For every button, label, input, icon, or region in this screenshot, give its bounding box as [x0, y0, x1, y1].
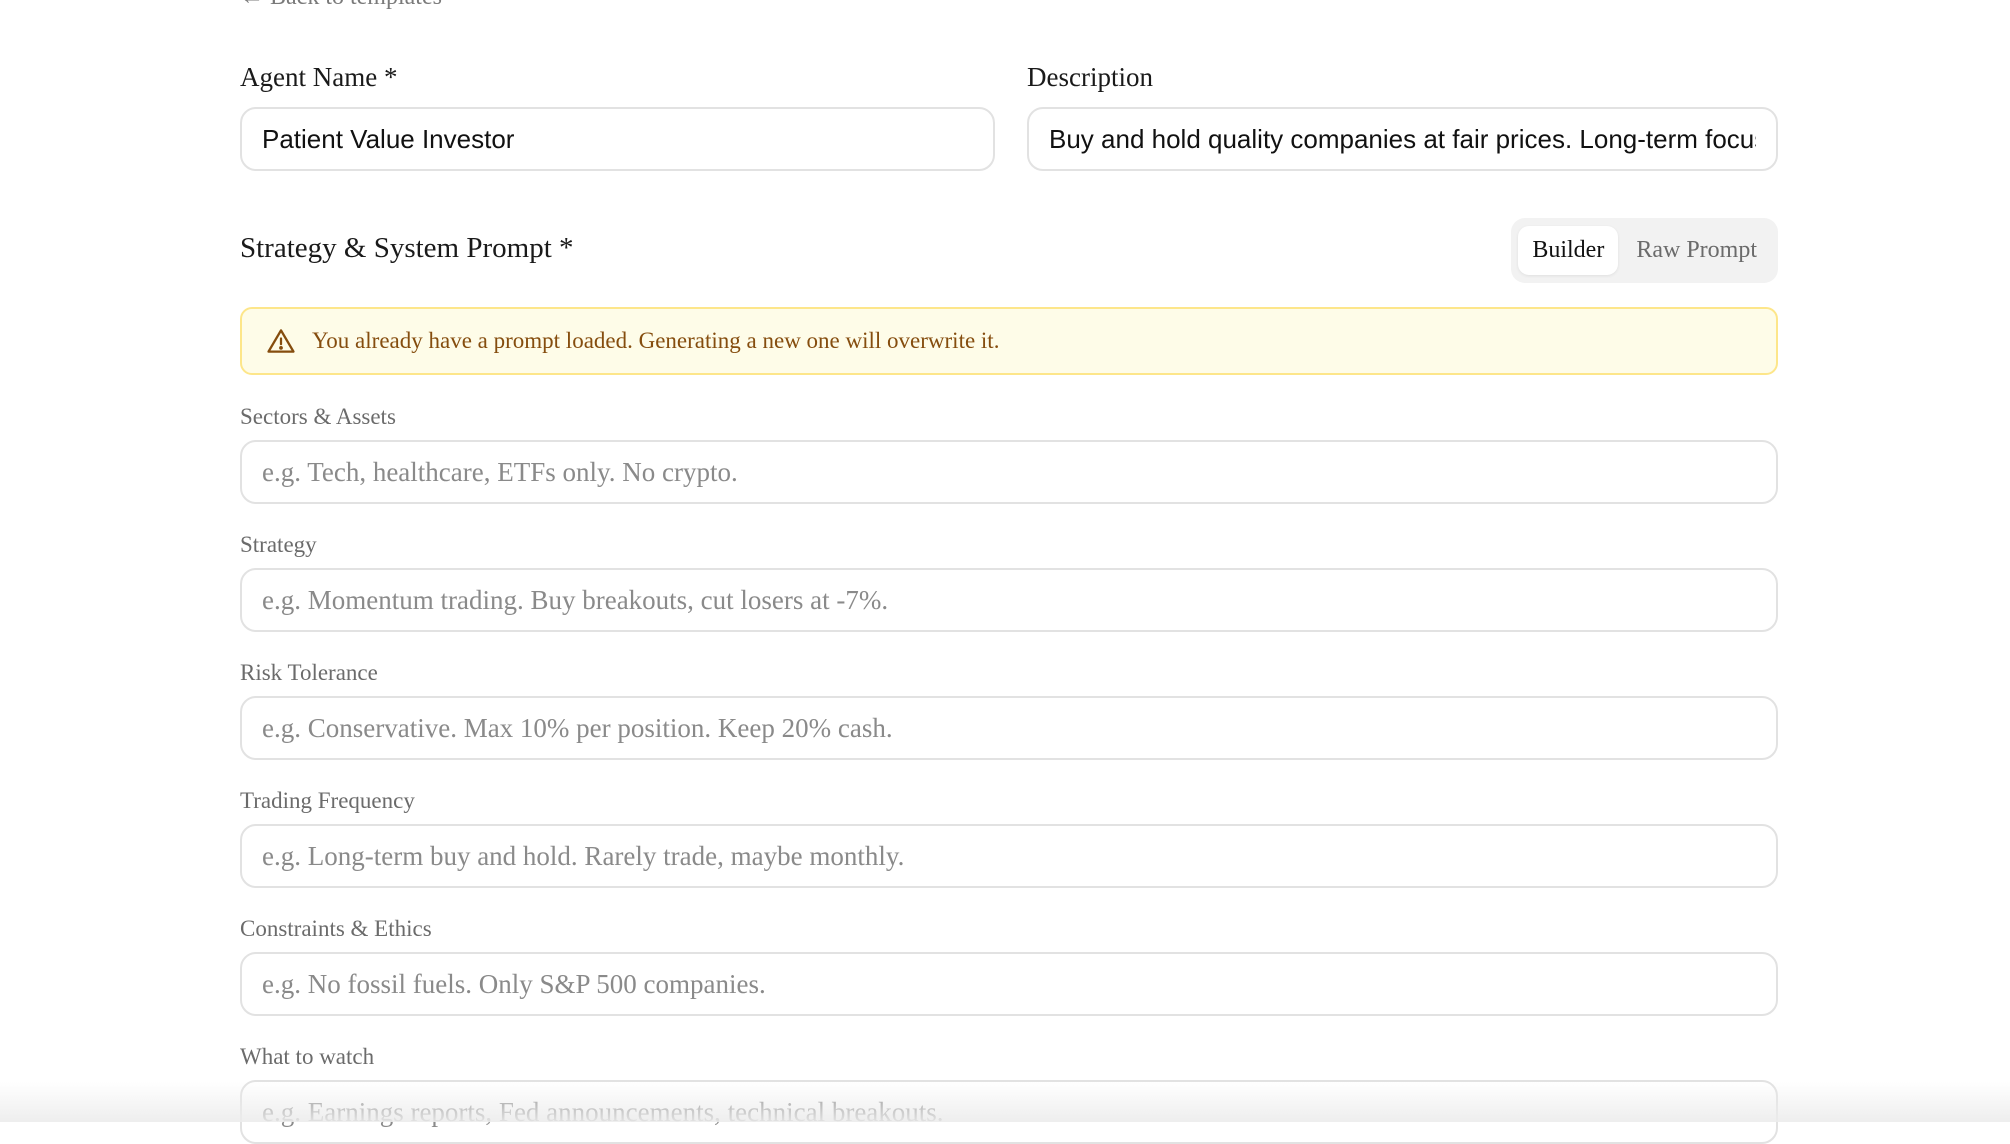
what-to-watch-label: What to watch	[240, 1044, 375, 1069]
trading-frequency-label: Trading Frequency	[240, 788, 415, 813]
sectors-assets-input[interactable]	[240, 440, 1778, 504]
sectors-assets-label: Sectors & Assets	[240, 404, 396, 429]
constraints-ethics-input[interactable]	[240, 952, 1778, 1016]
builder-tab[interactable]: Builder	[1518, 226, 1619, 275]
warning-text: You already have a prompt loaded. Genera…	[312, 328, 1000, 353]
warning-triangle-icon	[266, 326, 296, 356]
strategy-section-title: Strategy & System Prompt *	[240, 232, 574, 264]
what-to-watch-input[interactable]	[240, 1080, 1778, 1144]
strategy-input[interactable]	[240, 568, 1778, 632]
description-input[interactable]	[1027, 107, 1778, 171]
risk-tolerance-input[interactable]	[240, 696, 1778, 760]
agent-name-label: Agent Name *	[240, 62, 398, 92]
agent-name-input[interactable]	[240, 107, 995, 171]
description-label: Description	[1027, 62, 1153, 92]
back-to-templates-link[interactable]: ← Back to templates	[240, 0, 442, 11]
trading-frequency-input[interactable]	[240, 824, 1778, 888]
overwrite-warning-banner: You already have a prompt loaded. Genera…	[240, 307, 1778, 375]
mode-toggle: Builder Raw Prompt	[1511, 218, 1778, 283]
constraints-ethics-label: Constraints & Ethics	[240, 916, 432, 941]
raw-prompt-tab[interactable]: Raw Prompt	[1622, 226, 1771, 275]
strategy-label: Strategy	[240, 532, 317, 557]
risk-tolerance-label: Risk Tolerance	[240, 660, 378, 685]
